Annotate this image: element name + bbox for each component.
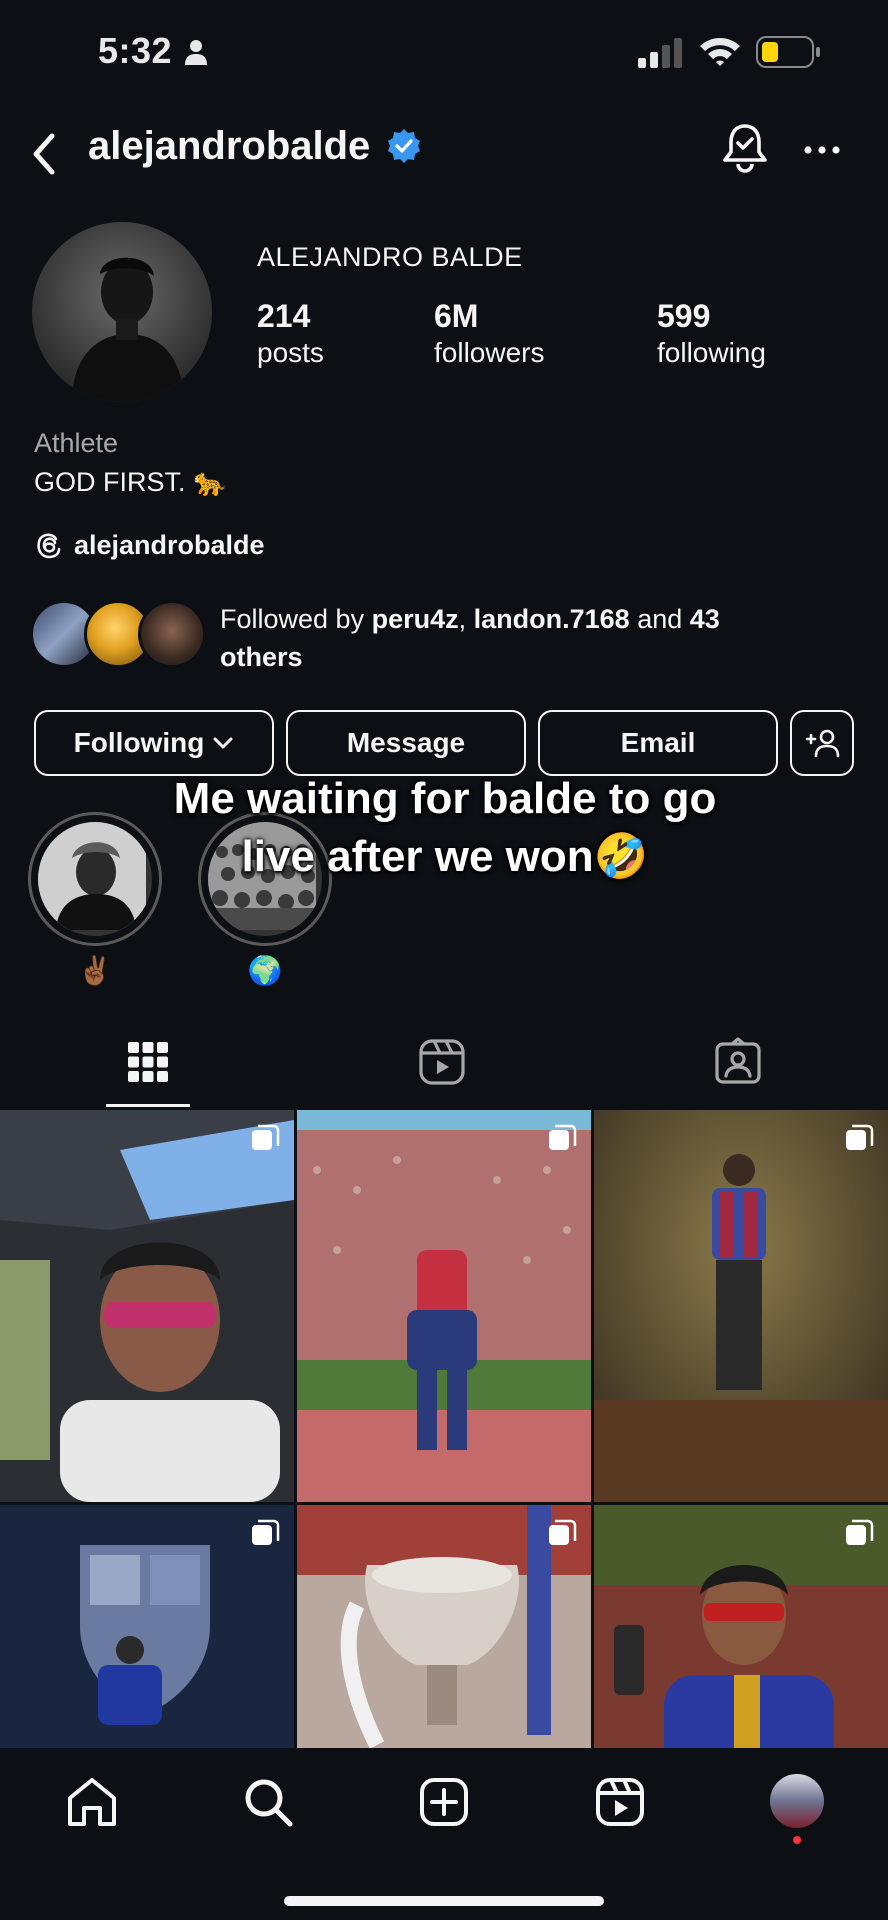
wifi-icon xyxy=(700,38,740,66)
notification-bell-icon[interactable] xyxy=(718,120,772,174)
search-icon[interactable] xyxy=(238,1772,298,1832)
avatar-image xyxy=(32,222,212,402)
stat-followers[interactable]: 6M followers xyxy=(434,298,544,369)
reels-nav-icon[interactable] xyxy=(590,1772,650,1832)
home-icon[interactable] xyxy=(62,1772,122,1832)
signal-icon xyxy=(638,38,686,68)
tagged-icon[interactable] xyxy=(708,1032,768,1092)
following-button[interactable]: Following xyxy=(34,710,274,776)
mutual-count: 43 xyxy=(689,604,720,634)
stat-following[interactable]: 599 following xyxy=(657,298,766,369)
threads-icon xyxy=(37,533,61,559)
mutual-avatar xyxy=(138,600,206,668)
overlay-caption: Me waiting for balde to go live after we… xyxy=(100,770,790,886)
suggested-users-button[interactable] xyxy=(790,710,854,776)
profile-category: Athlete xyxy=(34,428,119,458)
followed-by[interactable]: Followed by peru4z, landon.7168 and 43 ot… xyxy=(30,598,860,674)
post-tile[interactable] xyxy=(297,1505,591,1750)
following-button-label: Following xyxy=(73,727,205,758)
grid-icon[interactable] xyxy=(118,1032,178,1092)
stat-posts-label: posts xyxy=(257,337,324,368)
post-thumbnail xyxy=(594,1110,888,1502)
followed-by-and: and xyxy=(629,604,690,634)
person-icon xyxy=(185,40,207,65)
status-bar: 5:32 xyxy=(0,0,888,110)
email-button[interactable]: Email xyxy=(538,710,778,776)
posts-grid xyxy=(0,1110,888,1750)
highlight-label: ✌🏾 xyxy=(77,955,113,986)
stat-following-value: 599 xyxy=(657,298,711,334)
message-button-label: Message xyxy=(346,727,466,758)
multiple-posts-icon xyxy=(549,1519,577,1545)
post-tile[interactable] xyxy=(594,1505,888,1750)
mutual-others: others xyxy=(220,642,303,672)
mutual-user-1[interactable]: peru4z xyxy=(372,604,459,634)
verified-icon xyxy=(388,129,420,163)
mutual-user-2[interactable]: landon.7168 xyxy=(474,604,630,634)
add-person-icon xyxy=(805,729,840,758)
multiple-posts-icon xyxy=(549,1124,577,1150)
followed-by-prefix: Followed by xyxy=(220,604,372,634)
profile-avatar[interactable] xyxy=(32,222,212,402)
post-thumbnail xyxy=(0,1110,294,1502)
highlight-label: 🌍 xyxy=(247,955,283,986)
multiple-posts-icon xyxy=(252,1124,280,1150)
profile-username: alejandrobalde xyxy=(88,124,371,168)
stat-posts[interactable]: 214 posts xyxy=(257,298,324,369)
post-tile[interactable] xyxy=(0,1505,294,1750)
multiple-posts-icon xyxy=(252,1519,280,1545)
stat-following-label: following xyxy=(657,337,766,368)
profile-avatar-nav[interactable] xyxy=(770,1774,824,1828)
bottom-nav xyxy=(0,1748,888,1920)
caption-line-1: Me waiting for balde to go xyxy=(173,774,717,823)
email-button-label: Email xyxy=(620,727,696,758)
active-tab-indicator xyxy=(106,1104,190,1107)
post-thumbnail xyxy=(297,1110,591,1502)
mutual-avatars xyxy=(30,600,206,668)
home-indicator xyxy=(284,1896,604,1906)
stat-followers-value: 6M xyxy=(434,298,479,334)
reels-icon[interactable] xyxy=(412,1032,472,1092)
caption-line-2: live after we won🤣 xyxy=(241,832,649,881)
create-icon[interactable] xyxy=(414,1772,474,1832)
chevron-down-icon xyxy=(213,737,233,749)
threads-handle: alejandrobalde xyxy=(74,529,265,560)
followed-by-text: Followed by peru4z, landon.7168 and 43 ot… xyxy=(220,600,820,676)
post-tile[interactable] xyxy=(594,1110,888,1502)
message-button[interactable]: Message xyxy=(286,710,526,776)
followed-by-separator: , xyxy=(458,604,474,634)
stat-posts-value: 214 xyxy=(257,298,311,334)
post-tile[interactable] xyxy=(297,1110,591,1502)
stat-followers-label: followers xyxy=(434,337,545,368)
more-icon[interactable] xyxy=(800,130,844,170)
back-icon[interactable] xyxy=(24,124,64,184)
post-tile[interactable] xyxy=(0,1110,294,1502)
multiple-posts-icon xyxy=(846,1519,874,1545)
profile-full-name: ALEJANDRO BALDE xyxy=(257,242,523,272)
threads-link[interactable]: alejandrobalde xyxy=(34,527,265,563)
notification-dot xyxy=(793,1836,801,1844)
status-time: 5:32 xyxy=(98,30,173,71)
multiple-posts-icon xyxy=(846,1124,874,1150)
battery-icon xyxy=(756,36,820,68)
profile-bio: GOD FIRST. 🐆 xyxy=(34,467,227,497)
profile-tabs xyxy=(0,1022,888,1108)
profile-header: alejandrobalde xyxy=(0,110,888,210)
